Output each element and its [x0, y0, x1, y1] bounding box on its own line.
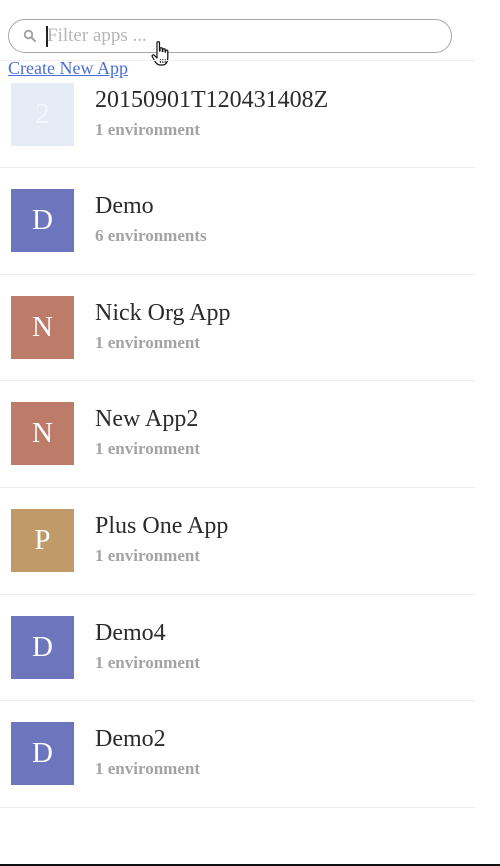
app-list-item[interactable]: D Demo 6 environments: [0, 168, 475, 275]
app-avatar: P: [11, 509, 74, 573]
app-name: Nick Org App: [95, 299, 231, 326]
app-avatar: 2: [11, 83, 74, 146]
app-list-item[interactable]: P Plus One App 1 environment: [0, 488, 475, 595]
app-avatar: D: [11, 189, 74, 252]
text-caret: [46, 26, 48, 47]
app-avatar: N: [11, 402, 74, 466]
app-name: New App2: [95, 406, 199, 433]
create-new-app-link[interactable]: Create New App: [8, 57, 128, 79]
app-environment-count: 1 environment: [95, 546, 200, 566]
app-list: 2 20150901T120431408Z 1 environment D De…: [0, 61, 475, 809]
app-environment-count: 6 environments: [95, 226, 207, 245]
search-input[interactable]: [47, 24, 437, 48]
app-environment-count: 1 environment: [95, 120, 200, 139]
app-name: Plus One App: [95, 513, 229, 540]
app-avatar: D: [11, 615, 74, 679]
app-name: 20150901T120431408Z: [95, 87, 329, 113]
app-avatar: D: [11, 722, 74, 786]
app-environment-count: 1 environment: [95, 439, 200, 459]
app-list-item[interactable]: N Nick Org App 1 environment: [0, 275, 475, 382]
search-icon: [23, 29, 36, 42]
app-list-item[interactable]: N New App2 1 environment: [0, 381, 475, 489]
app-name: Demo4: [95, 619, 166, 646]
app-environment-count: 1 environment: [95, 759, 200, 779]
app-name: Demo: [95, 193, 154, 219]
app-environment-count: 1 environment: [95, 332, 200, 352]
search-box[interactable]: [8, 19, 452, 53]
app-environment-count: 1 environment: [95, 652, 200, 672]
app-list-item[interactable]: D Demo2 1 environment: [0, 701, 475, 809]
app-avatar: N: [11, 295, 74, 359]
app-name: Demo2: [95, 726, 166, 753]
app-list-item[interactable]: D Demo4 1 environment: [0, 595, 475, 702]
